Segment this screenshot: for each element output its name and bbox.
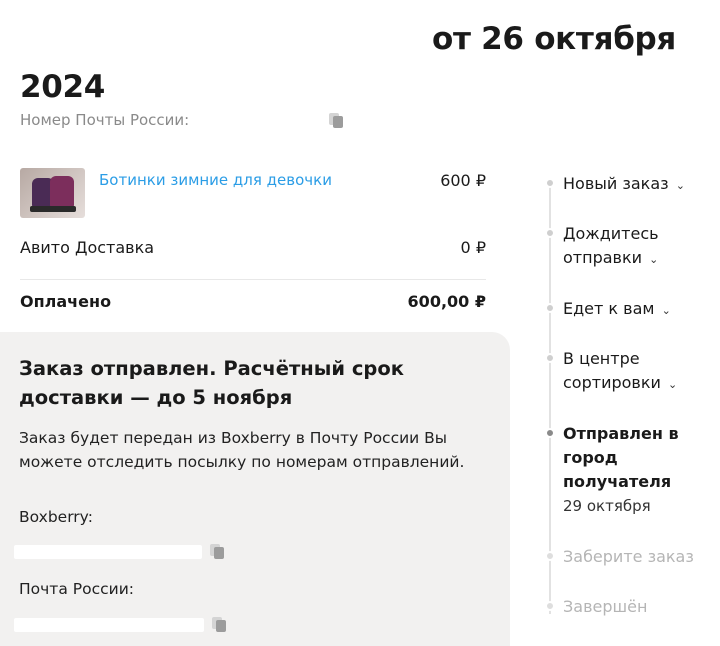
status-description: Заказ будет передан из Boxberry в Почту … [19, 429, 465, 471]
timeline-line [549, 182, 551, 614]
delivery-row: Авито Доставка 0 ₽ [20, 238, 486, 257]
item-price: 600 ₽ [440, 171, 486, 190]
item-name-link[interactable]: Ботинки зимние для девочки [99, 171, 332, 189]
divider [20, 279, 486, 280]
chevron-down-icon[interactable]: ⌄ [676, 179, 685, 192]
copy-icon[interactable] [212, 617, 226, 632]
title-year: 2024 [20, 69, 106, 105]
boxberry-tracking-redacted [14, 544, 202, 559]
chevron-down-icon[interactable]: ⌄ [662, 304, 671, 317]
chevron-down-icon[interactable]: ⌄ [649, 253, 658, 266]
status-heading: Заказ отправлен. Расчётный срок доставки… [19, 357, 404, 409]
paid-total: 600,00 ₽ [407, 292, 486, 311]
post-number-value-redacted [189, 113, 329, 127]
copy-icon[interactable] [210, 544, 224, 559]
post-number-row: Номер Почты России: [20, 111, 344, 129]
step-dot-active [545, 428, 555, 438]
russian-post-tracking [14, 617, 226, 632]
post-number-label: Номер Почты России: [20, 111, 190, 129]
paid-label: Оплачено [20, 292, 112, 311]
boxberry-label: Boxberry: [19, 508, 93, 526]
copy-icon[interactable] [329, 112, 344, 128]
step-dot [545, 178, 555, 188]
item-thumbnail[interactable] [20, 168, 85, 218]
delivery-price: 0 ₽ [460, 238, 486, 257]
russian-post-tracking-redacted [14, 617, 204, 632]
chevron-down-icon[interactable]: ⌄ [668, 378, 677, 391]
step-dot [545, 228, 555, 238]
shipment-status-card: Заказ отправлен. Расчётный срок доставки… [0, 332, 510, 646]
title-date: от 26 октября [432, 21, 677, 57]
step-dot [545, 551, 555, 561]
step-dot [545, 303, 555, 313]
step-dot [545, 601, 555, 611]
step-date: 29 октября [563, 497, 651, 515]
step-dot [545, 353, 555, 363]
russian-post-label: Почта России: [19, 580, 134, 598]
order-item-row: Ботинки зимние для девочки 600 ₽ [20, 168, 486, 220]
boxberry-tracking [14, 544, 224, 559]
order-timeline: Новый заказ ⌄ Дождитесь отправки ⌄ Едет … [540, 170, 720, 620]
paid-row: Оплачено 600,00 ₽ [20, 292, 486, 311]
delivery-label: Авито Доставка [20, 238, 155, 257]
